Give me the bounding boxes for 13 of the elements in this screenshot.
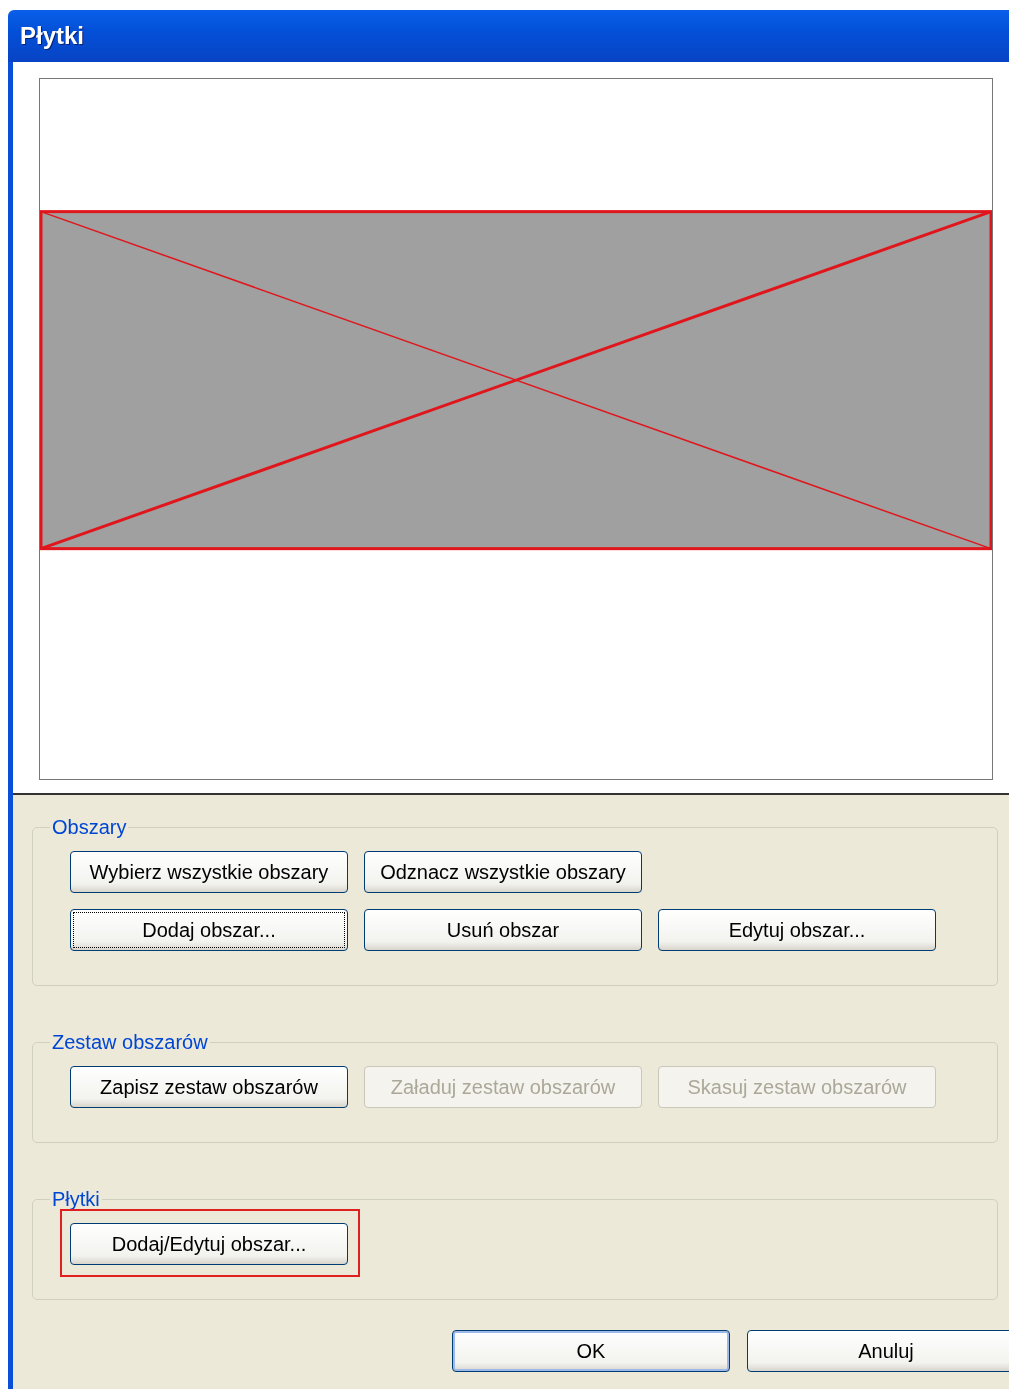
action-button[interactable]: Dodaj/Edytuj obszar... bbox=[70, 1223, 348, 1265]
action-button[interactable]: Zapisz zestaw obszarów bbox=[70, 1066, 348, 1108]
group-title: Płytki bbox=[51, 1188, 101, 1211]
cancel-button[interactable]: Anuluj bbox=[747, 1330, 1009, 1372]
action-button[interactable]: Odznacz wszystkie obszary bbox=[364, 851, 642, 893]
ok-button[interactable]: OK bbox=[452, 1330, 730, 1372]
action-button[interactable]: Usuń obszar bbox=[364, 909, 642, 951]
group-title: Obszary bbox=[51, 816, 128, 839]
window-title: Płytki bbox=[20, 22, 85, 50]
action-button[interactable]: Wybierz wszystkie obszary bbox=[70, 851, 348, 893]
action-button[interactable]: Edytuj obszar... bbox=[658, 909, 936, 951]
group-title: Zestaw obszarów bbox=[51, 1031, 209, 1054]
action-button[interactable]: Dodaj obszar... bbox=[70, 909, 348, 951]
